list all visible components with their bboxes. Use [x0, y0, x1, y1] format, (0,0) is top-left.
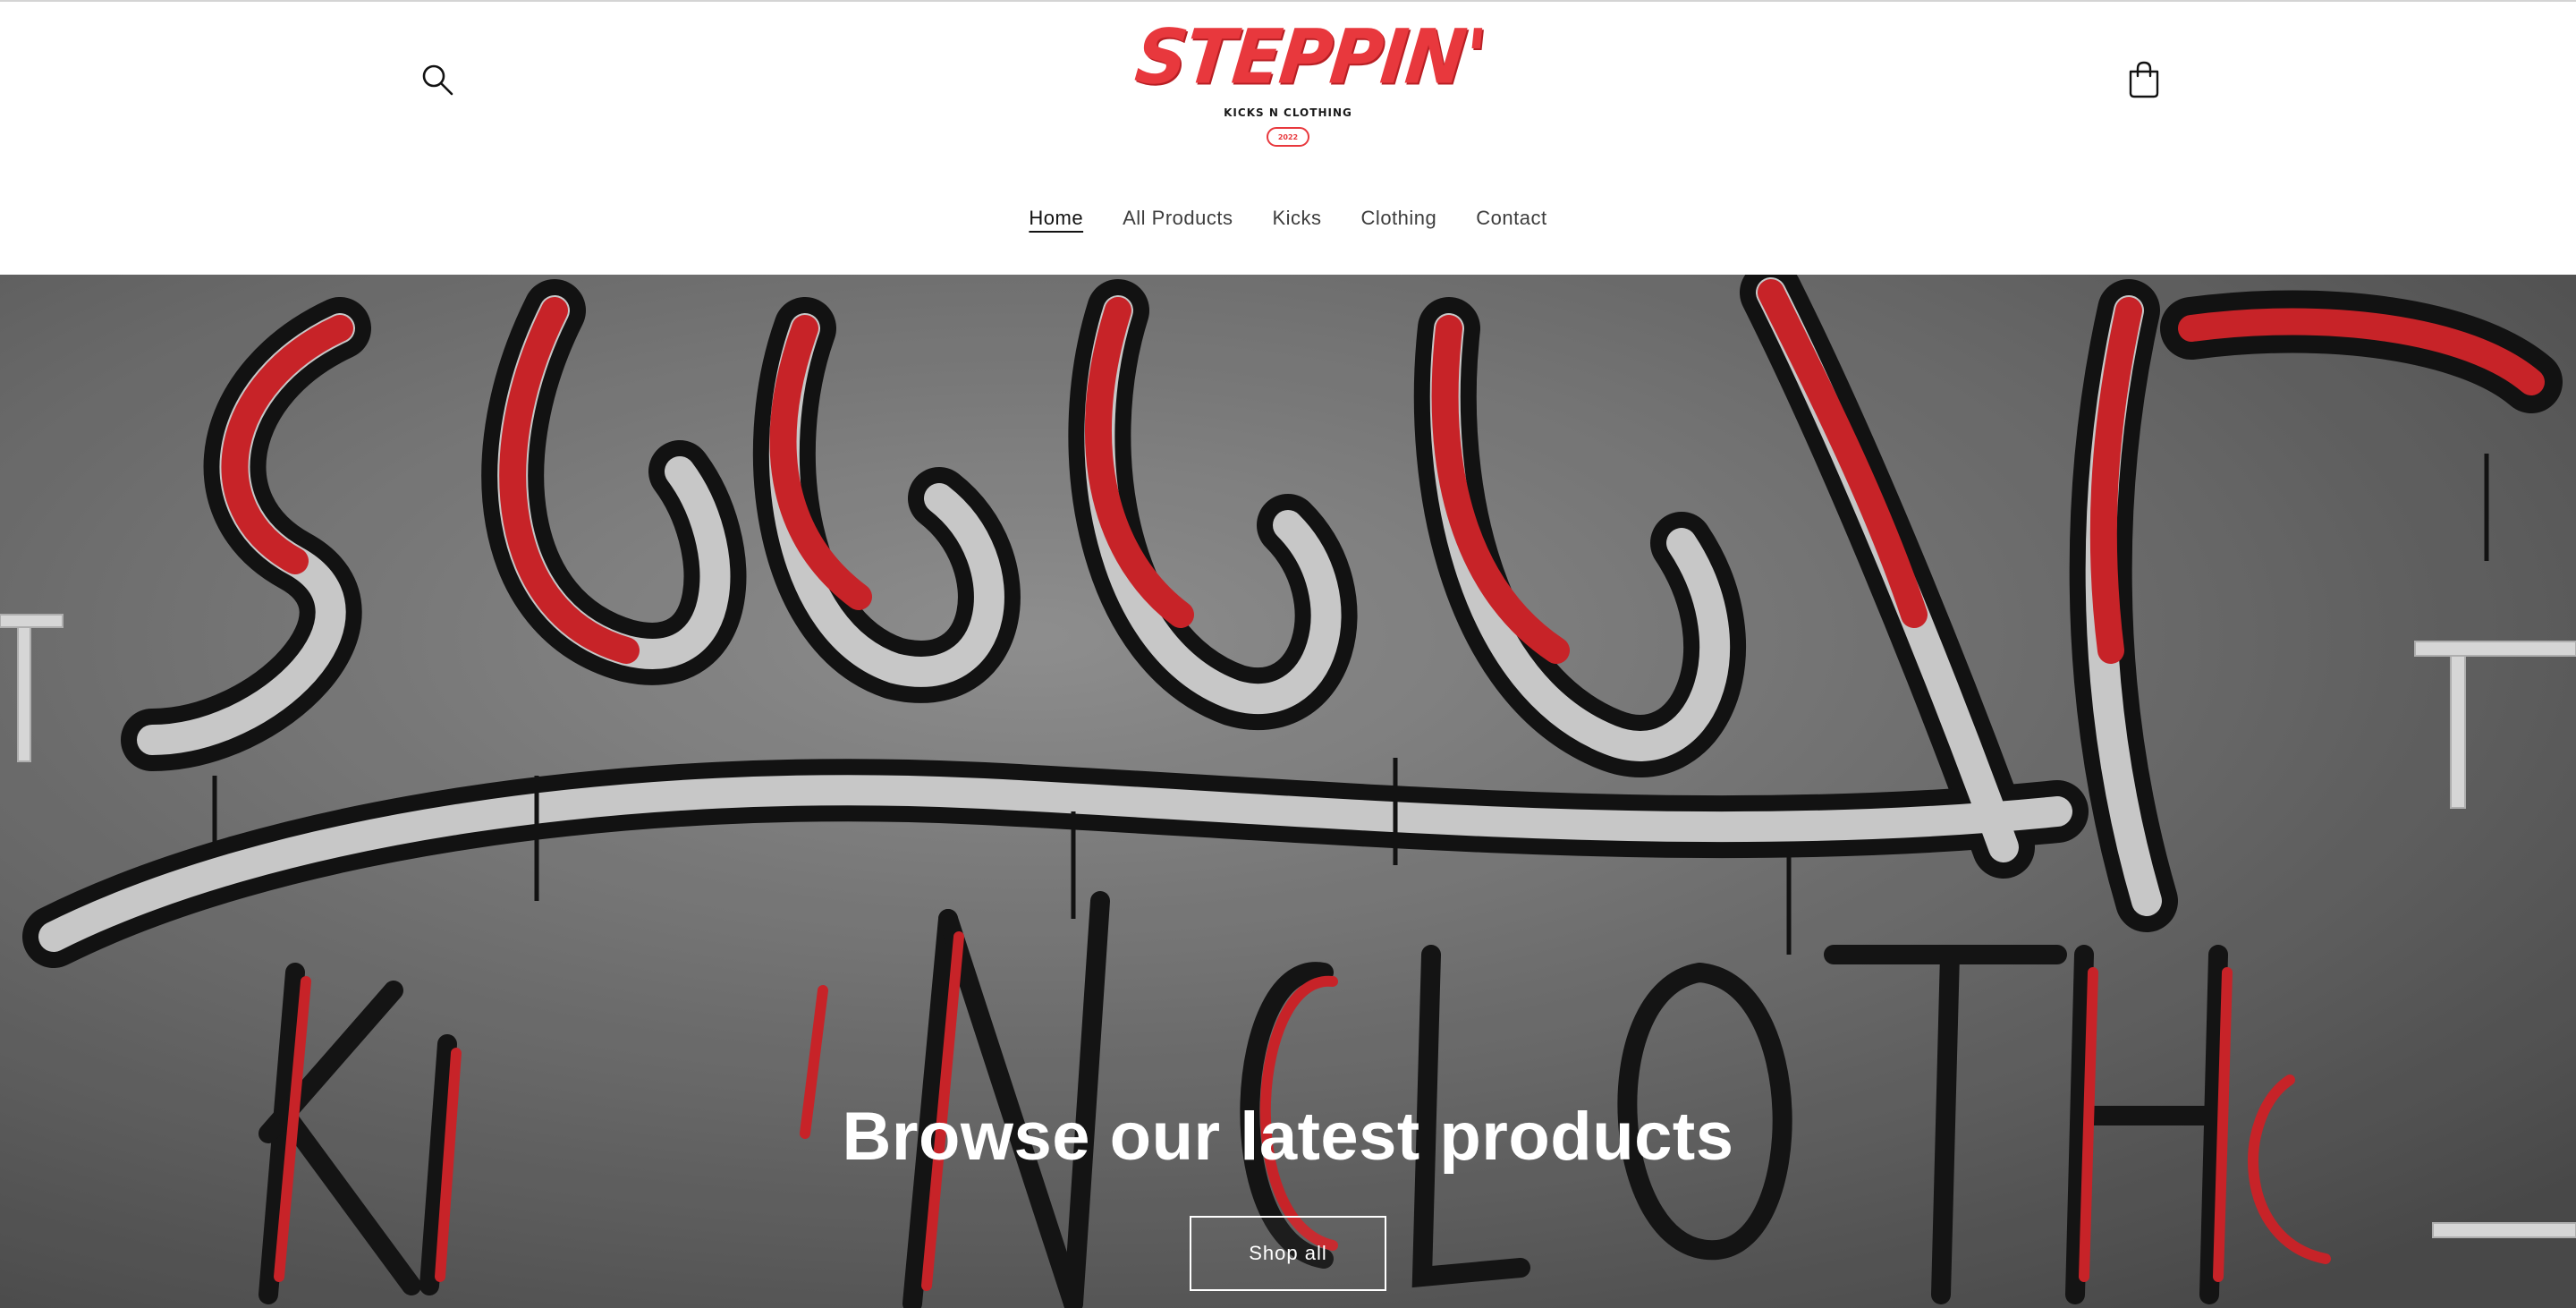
site-header: STEPPIN' KICKS N CLOTHING 2022 Home All … [0, 2, 2576, 275]
logo-wordmark: STEPPIN' [1131, 13, 1489, 101]
logo-badge: 2022 [1267, 127, 1309, 147]
cart-button[interactable] [2122, 57, 2166, 102]
hero-title: Browse our latest products [842, 1099, 1734, 1175]
hero-banner: Browse our latest products Shop all [0, 275, 2576, 1308]
nav-item-contact[interactable]: Contact [1476, 200, 1546, 236]
nav-item-kicks[interactable]: Kicks [1272, 200, 1321, 236]
logo[interactable]: STEPPIN' KICKS N CLOTHING 2022 [1131, 13, 1488, 154]
search-button[interactable] [415, 57, 460, 102]
logo-tagline: KICKS N CLOTHING [1224, 106, 1352, 119]
nav-item-all-products[interactable]: All Products [1123, 200, 1233, 236]
main-nav: Home All Products Kicks Clothing Contact [0, 200, 2576, 236]
nav-item-clothing[interactable]: Clothing [1361, 200, 1437, 236]
cart-icon [2129, 61, 2159, 98]
search-icon [422, 64, 453, 96]
shop-all-button[interactable]: Shop all [1190, 1216, 1386, 1291]
nav-item-home[interactable]: Home [1029, 200, 1083, 236]
